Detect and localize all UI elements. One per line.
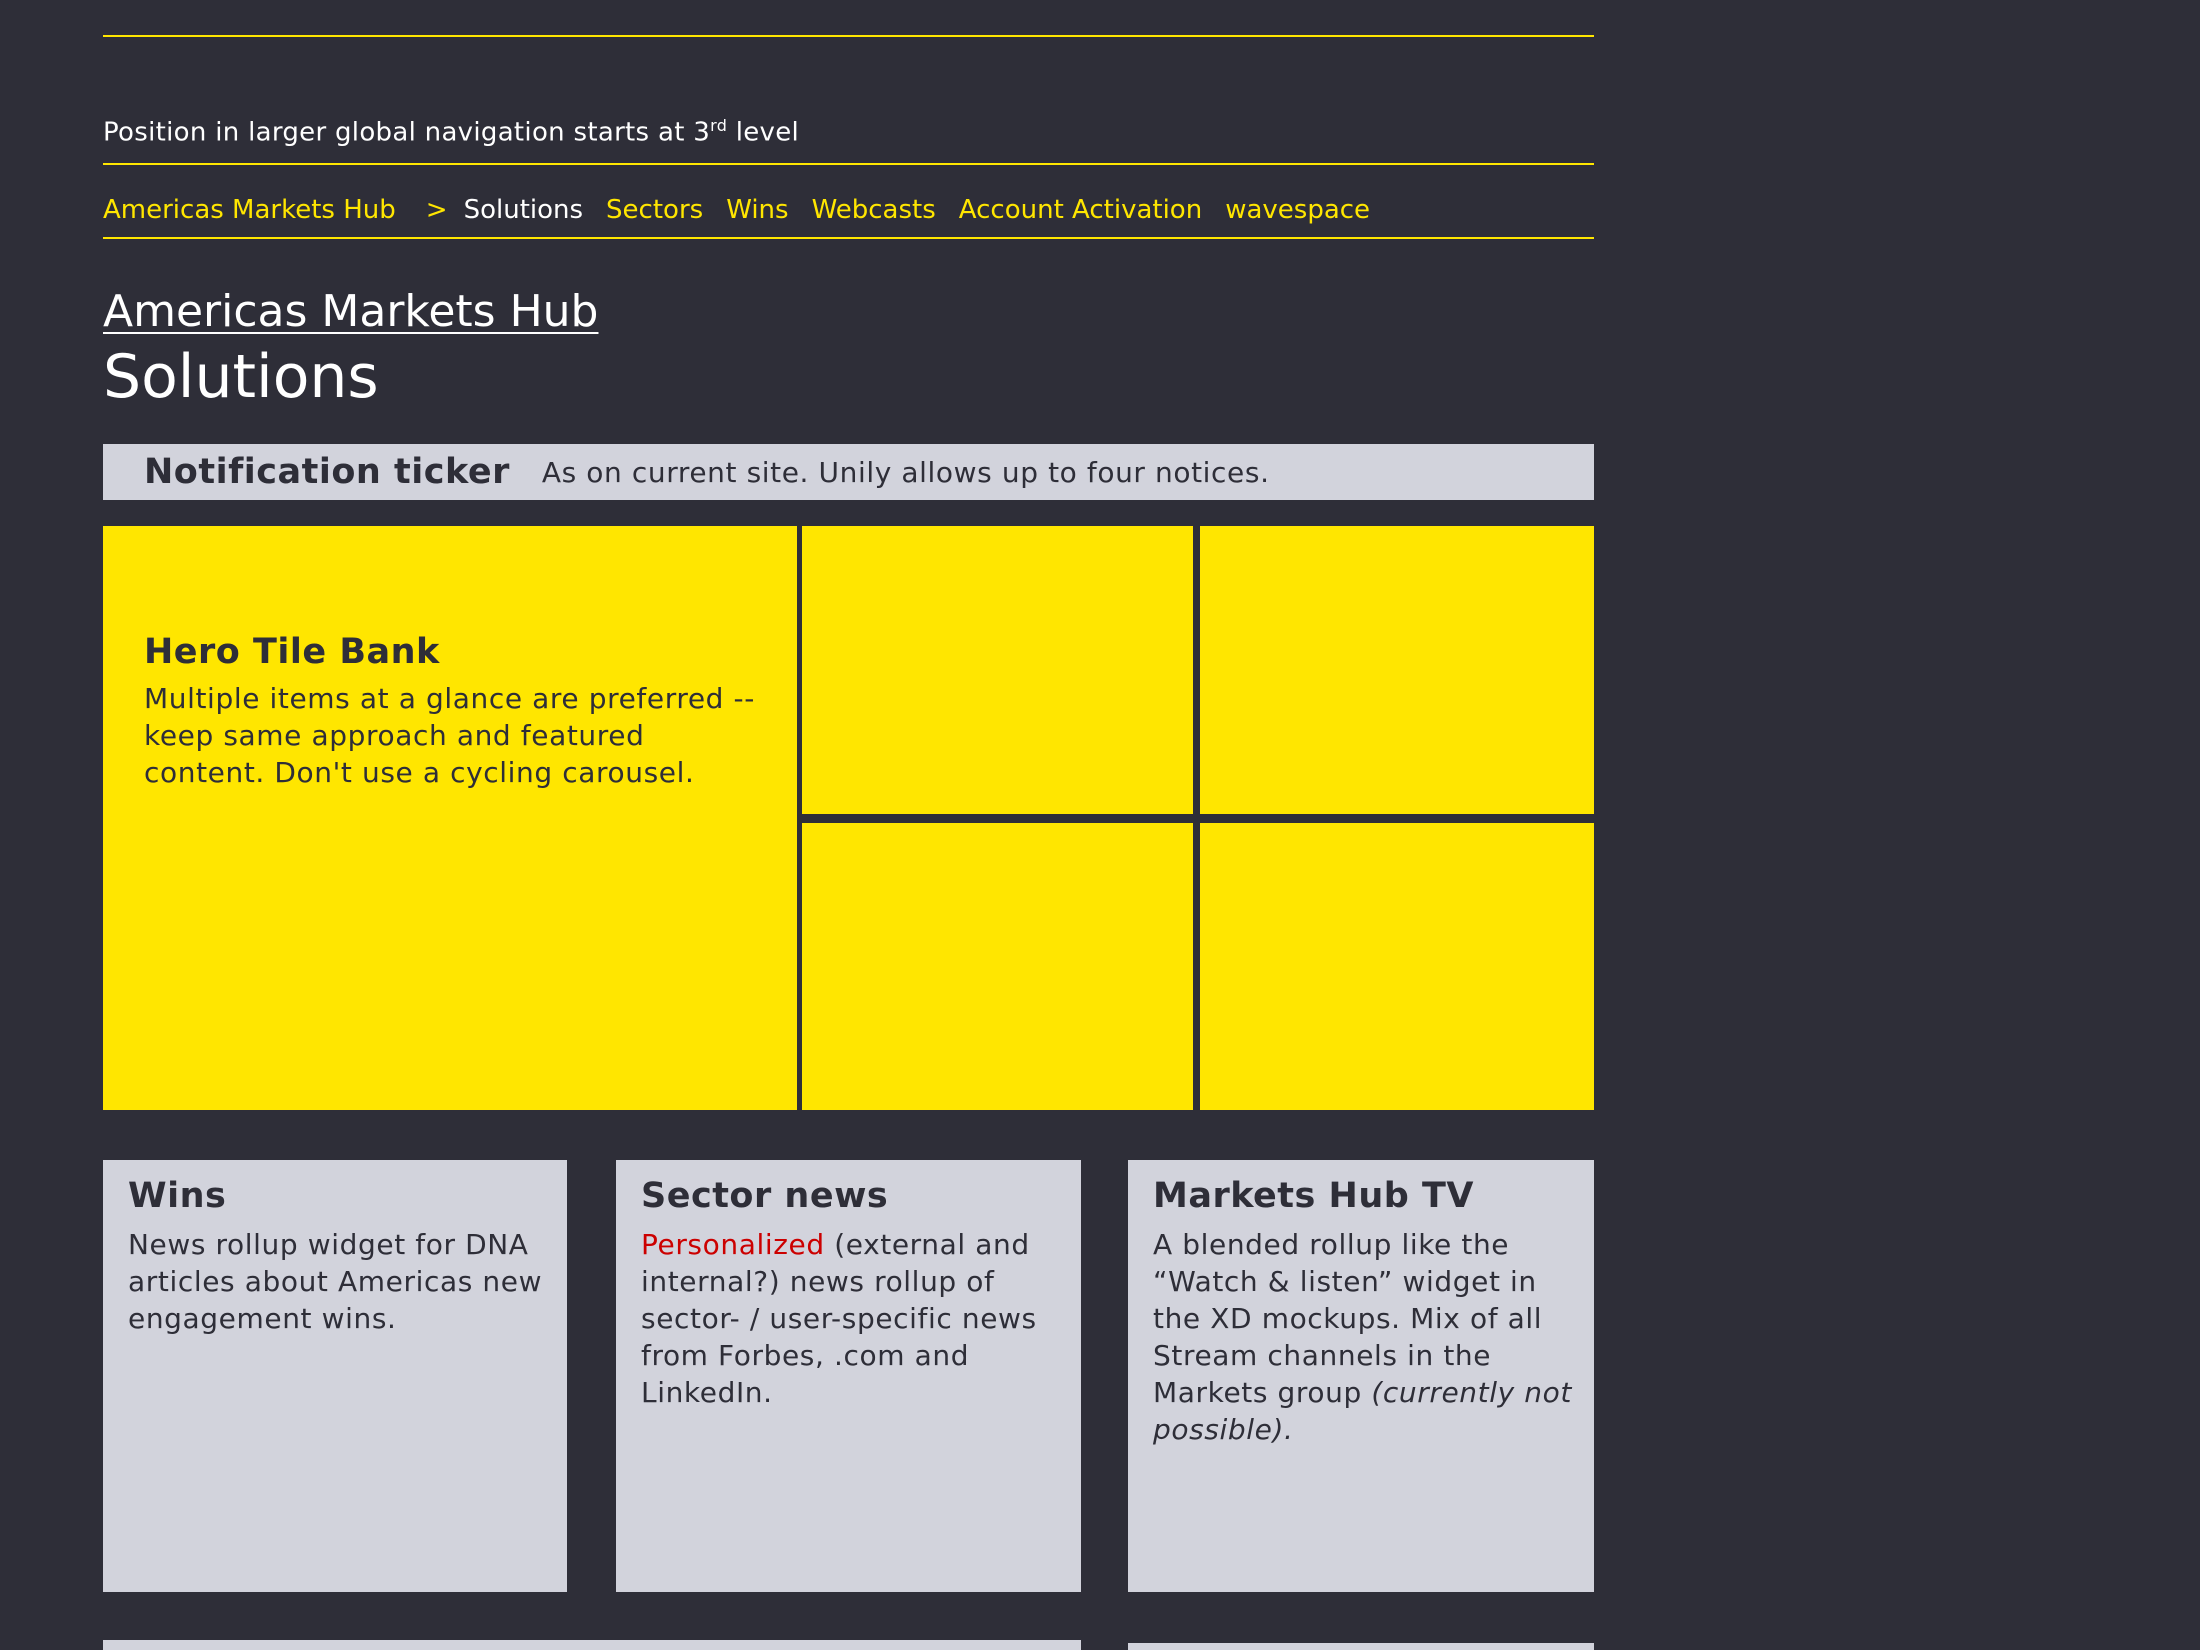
nav-item-account-activation[interactable]: Account Activation — [959, 195, 1202, 225]
ticker-description: As on current site. Unily allows up to f… — [541, 455, 1270, 489]
wins-card-title: Wins — [128, 1176, 227, 1216]
hero-title: Hero Tile Bank — [144, 632, 440, 672]
hero-tile-2[interactable] — [802, 526, 1193, 814]
hero-tile-3[interactable] — [1200, 526, 1594, 814]
markets-tv-card-title: Markets Hub TV — [1153, 1176, 1474, 1216]
wins-card: Wins News rollup widget for DNA articles… — [103, 1160, 567, 1592]
parent-page-link[interactable]: Americas Markets Hub — [103, 286, 598, 337]
page-title: Solutions — [103, 342, 379, 412]
intro-sup: rd — [710, 116, 728, 135]
sector-news-card-body: Personalized (external and internal?) ne… — [641, 1226, 1071, 1411]
intro-note: Position in larger global navigation sta… — [103, 116, 799, 148]
markets-tv-card-body: A blended rollup like the “Watch & liste… — [1153, 1226, 1583, 1448]
nav-item-webcasts[interactable]: Webcasts — [812, 195, 936, 225]
bottom-card-left — [103, 1640, 1081, 1650]
breadcrumb-separator: > — [425, 195, 448, 225]
intro-suffix: level — [727, 117, 800, 148]
hero-tile-5[interactable] — [1200, 823, 1594, 1110]
nav-item-wavespace[interactable]: wavespace — [1225, 195, 1370, 225]
bottom-card-right — [1128, 1643, 1594, 1650]
hero-description: Multiple items at a glance are preferred… — [144, 682, 755, 789]
sector-news-card: Sector news Personalized (external and i… — [616, 1160, 1081, 1592]
wins-card-body: News rollup widget for DNA articles abou… — [128, 1228, 543, 1335]
ticker-title: Notification ticker — [144, 452, 510, 492]
hero-tile-main[interactable]: Hero Tile Bank Multiple items at a glanc… — [103, 526, 797, 1110]
breadcrumb: Americas Markets Hub > Solutions Sectors… — [103, 190, 1393, 230]
breadcrumb-top-divider — [103, 163, 1594, 165]
breadcrumb-current: Solutions — [463, 195, 584, 225]
breadcrumb-bottom-divider — [103, 237, 1594, 239]
nav-item-wins[interactable]: Wins — [726, 195, 788, 225]
hero-tile-4[interactable] — [802, 823, 1193, 1110]
sector-news-card-title: Sector news — [641, 1176, 889, 1216]
nav-item-sectors[interactable]: Sectors — [606, 195, 703, 225]
title-divider — [103, 35, 1594, 37]
markets-tv-card: Markets Hub TV A blended rollup like the… — [1128, 1160, 1594, 1592]
personalized-highlight: Personalized — [641, 1228, 825, 1261]
notification-ticker: Notification ticker As on current site. … — [103, 444, 1594, 500]
breadcrumb-root[interactable]: Americas Markets Hub — [103, 195, 396, 225]
intro-text: Position in larger global navigation sta… — [103, 117, 711, 148]
